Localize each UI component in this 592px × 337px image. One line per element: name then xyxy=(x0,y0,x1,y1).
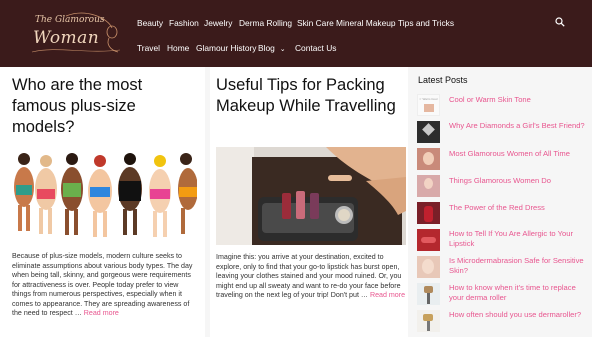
nav-item-fashion[interactable]: Fashion xyxy=(169,18,199,28)
logo-text-line2: Woman xyxy=(33,28,100,48)
nav-item-home[interactable]: Home xyxy=(167,43,189,53)
read-more-link[interactable]: Read more xyxy=(370,291,405,299)
nav-item-jewelry[interactable]: Jewelry xyxy=(204,18,232,28)
post-title[interactable]: Who are the most famous plus-size models… xyxy=(12,75,197,138)
main-content: Who are the most famous plus-size models… xyxy=(0,67,592,337)
latest-post-item[interactable]: The Power of the Red Dress xyxy=(417,202,589,226)
latest-post-item[interactable]: Is Microdermabrasion Safe for Sensitive … xyxy=(417,256,589,280)
latest-post-link[interactable]: Why Are Diamonds a Girl's Best Friend? xyxy=(449,121,589,131)
site-header: The Glamorous Woman Beauty Fashion Jewel… xyxy=(0,0,592,67)
roller-head xyxy=(424,286,433,293)
roller-head xyxy=(423,314,433,321)
chevron-down-icon: ⌄ xyxy=(279,46,286,53)
latest-post-item[interactable]: Most Glamorous Women of All Time xyxy=(417,148,589,172)
latest-post-link[interactable]: How to know when it's time to replace yo… xyxy=(449,283,589,303)
latest-posts-heading: Latest Posts xyxy=(418,75,468,85)
post-thumbnail xyxy=(417,148,440,170)
nav-item-contact-us[interactable]: Contact Us xyxy=(295,43,336,53)
portrait-face xyxy=(423,152,434,165)
post-thumbnail xyxy=(417,283,440,305)
post-excerpt: Imagine this: you arrive at your destina… xyxy=(216,253,406,301)
post-thumbnail xyxy=(417,229,440,251)
portrait-face xyxy=(422,259,434,274)
read-more-link[interactable]: Read more xyxy=(84,309,119,317)
latest-post-item[interactable]: How often should you use dermaroller? xyxy=(417,310,589,334)
swatch-warm xyxy=(424,104,434,112)
portrait-face xyxy=(424,178,433,189)
main-nav: Beauty Fashion Jewelry Derma Rolling Ski… xyxy=(137,0,557,67)
latest-post-item[interactable]: Why Are Diamonds a Girl's Best Friend? xyxy=(417,121,589,145)
post-thumbnail xyxy=(417,256,440,278)
post-excerpt-text: Because of plus-size models, modern cult… xyxy=(12,252,193,317)
post-image-packing-makeup[interactable] xyxy=(216,147,406,245)
nav-item-travel[interactable]: Travel xyxy=(137,43,160,53)
logo-text-line1: The Glamorous xyxy=(35,15,105,25)
latest-post-link[interactable]: How often should you use dermaroller? xyxy=(449,310,589,320)
nav-item-glamour-history[interactable]: Glamour History xyxy=(196,43,257,53)
nav-item-blog-label: Blog xyxy=(258,43,275,53)
search-icon[interactable] xyxy=(555,17,565,27)
post-thumbnail: ☆ Warm Cool xyxy=(417,94,440,116)
post-excerpt: Because of plus-size models, modern cult… xyxy=(12,252,198,319)
site-logo[interactable]: The Glamorous Woman xyxy=(26,10,126,56)
latest-post-item[interactable]: How to Tell If You Are Allergic to Your … xyxy=(417,229,589,253)
diamond-icon xyxy=(422,123,435,136)
roller-handle xyxy=(427,293,430,304)
nav-item-beauty[interactable]: Beauty xyxy=(137,18,163,28)
nav-item-skin-care[interactable]: Skin Care xyxy=(297,18,334,28)
post-thumbnail xyxy=(417,310,440,332)
latest-post-link[interactable]: Most Glamorous Women of All Time xyxy=(449,149,589,159)
post-thumbnail xyxy=(417,175,440,197)
lips-shape xyxy=(421,237,436,243)
latest-post-link[interactable]: Things Glamorous Women Do xyxy=(449,176,589,186)
post-card: Who are the most famous plus-size models… xyxy=(0,67,205,337)
nav-item-blog[interactable]: Blog ⌄ xyxy=(258,43,286,53)
makeup-bag-photo xyxy=(216,147,406,245)
post-thumbnail xyxy=(417,121,440,143)
nav-item-tips-and-tricks[interactable]: Tips and Tricks xyxy=(398,18,454,28)
latest-post-link[interactable]: Is Microdermabrasion Safe for Sensitive … xyxy=(449,256,589,276)
latest-post-link[interactable]: How to Tell If You Are Allergic to Your … xyxy=(449,229,589,249)
latest-post-link[interactable]: The Power of the Red Dress xyxy=(449,203,589,213)
latest-post-item[interactable]: How to know when it's time to replace yo… xyxy=(417,283,589,307)
thumbnail-caption: ☆ Warm Cool xyxy=(419,97,438,101)
latest-post-link[interactable]: Cool or Warm Skin Tone xyxy=(449,95,589,105)
red-dress-shape xyxy=(424,206,433,222)
roller-handle xyxy=(427,321,430,331)
sidebar: Latest Posts ☆ Warm Cool Cool or Warm Sk… xyxy=(412,67,592,337)
post-title[interactable]: Useful Tips for Packing Makeup While Tra… xyxy=(216,75,406,117)
nav-item-derma-rolling[interactable]: Derma Rolling xyxy=(239,18,292,28)
post-thumbnail xyxy=(417,202,440,224)
post-card: Useful Tips for Packing Makeup While Tra… xyxy=(210,67,408,337)
latest-post-item[interactable]: ☆ Warm Cool Cool or Warm Skin Tone xyxy=(417,94,589,118)
latest-post-item[interactable]: Things Glamorous Women Do xyxy=(417,175,589,199)
nav-item-mineral-makeup[interactable]: Mineral Makeup xyxy=(336,18,396,28)
